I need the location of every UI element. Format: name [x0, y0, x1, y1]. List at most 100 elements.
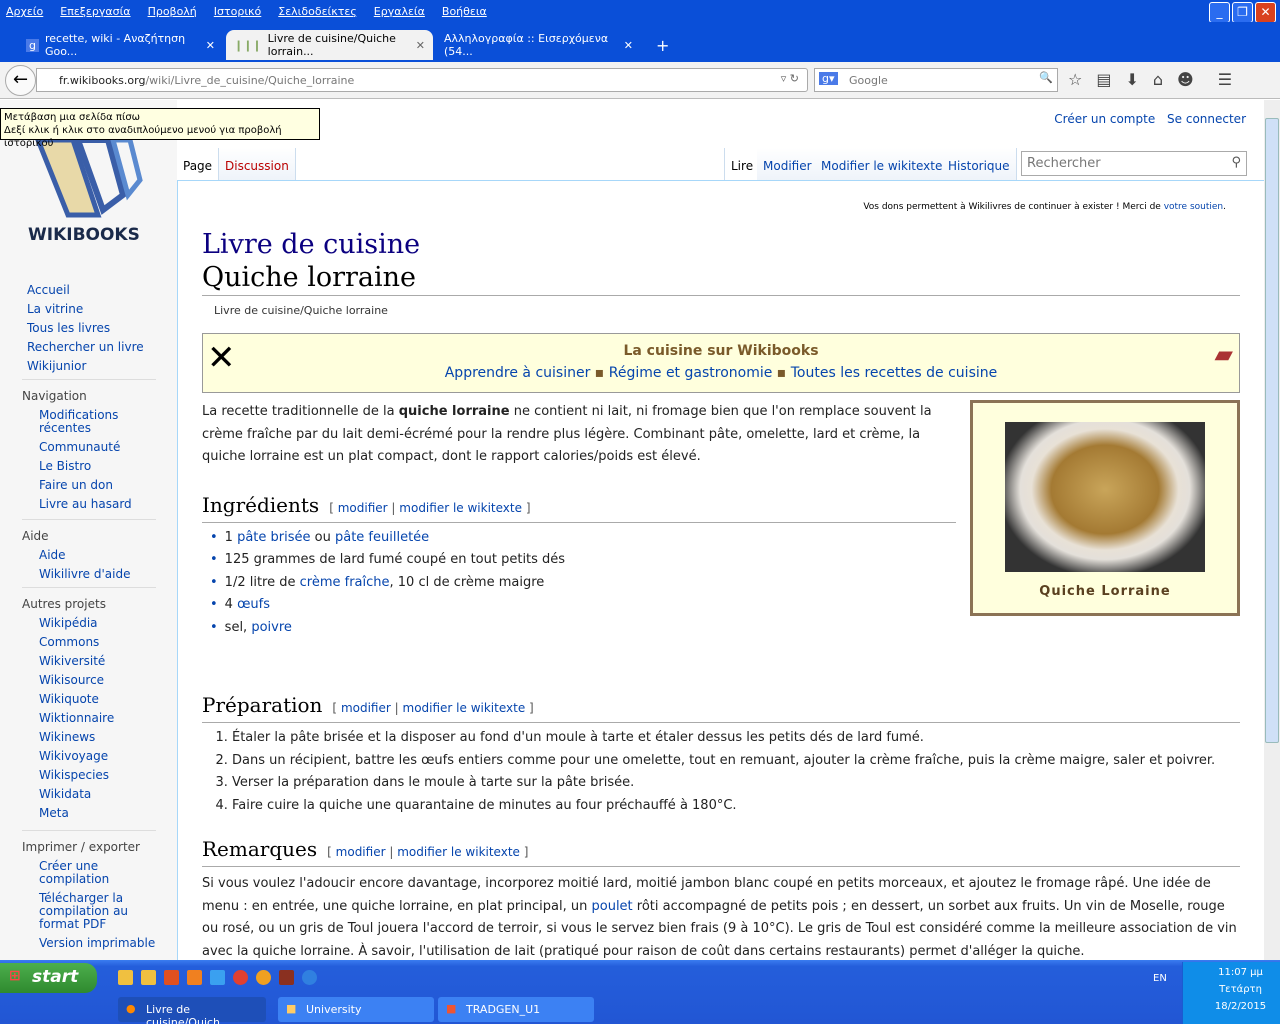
sidebar-link[interactable]: Livre au hasard	[39, 498, 156, 511]
home-icon[interactable]: ⌂	[1153, 70, 1163, 89]
create-account-link[interactable]: Créer un compte	[1054, 112, 1155, 126]
ingredient-link[interactable]: pâte feuilletée	[335, 530, 429, 545]
close-tab-icon[interactable]: ✕	[198, 39, 215, 52]
edit-section-link[interactable]: modifier	[336, 845, 386, 859]
powerpoint-icon[interactable]	[164, 970, 179, 985]
tab-mail[interactable]: Αλληλογραφία :: Εισερχόμενα (54... ✕	[436, 30, 641, 60]
sidebar-link[interactable]: Commons	[39, 636, 156, 649]
ingredient-link[interactable]: poivre	[251, 620, 292, 635]
banner-link[interactable]: Régime et gastronomie	[609, 365, 773, 381]
banner-link[interactable]: Toutes les recettes de cuisine	[791, 365, 998, 381]
quiche-photo[interactable]	[1005, 422, 1205, 572]
tab-edit[interactable]: Modifier	[757, 148, 819, 181]
sidebar-link[interactable]: Wikinews	[39, 731, 156, 744]
start-button[interactable]: ⊞ start	[0, 963, 97, 993]
maximize-button[interactable]: ❐	[1232, 2, 1253, 23]
sidebar-link[interactable]: Aide	[39, 549, 156, 562]
taskbar-window-tradgen[interactable]: ■ TRADGEN_U1	[438, 997, 594, 1022]
menu-edit[interactable]: Επεξεργασία	[60, 5, 130, 18]
edit-source-link[interactable]: modifier le wikitexte	[399, 501, 522, 515]
tab-edit-source[interactable]: Modifier le wikitexte	[815, 148, 950, 181]
sidebar-link[interactable]: Accueil	[27, 284, 144, 297]
menu-help[interactable]: Βοήθεια	[442, 5, 487, 18]
sidebar-link[interactable]: Wikiquote	[39, 693, 156, 706]
taskbar-window-university[interactable]: ■ University	[278, 997, 434, 1022]
sidebar-link[interactable]: Wikivoyage	[39, 750, 156, 763]
taskbar-window-firefox[interactable]: ● Livre de cuisine/Quich...	[118, 997, 266, 1029]
poulet-link[interactable]: poulet	[592, 899, 633, 914]
book-title[interactable]: Livre de cuisine	[202, 229, 1240, 261]
url-bar[interactable]: fr.wikibooks.org/wiki/Livre_de_cuisine/Q…	[36, 68, 808, 92]
menu-bookmarks[interactable]: Σελιδοδείκτες	[278, 5, 357, 18]
sidebar-link[interactable]: Faire un don	[39, 479, 156, 492]
clock-time[interactable]: 11:07 μμ	[1183, 967, 1280, 978]
folder-icon[interactable]	[141, 970, 156, 985]
book-icon[interactable]	[279, 970, 294, 985]
ingredient-link[interactable]: crème fraîche	[300, 575, 390, 590]
close-tab-icon[interactable]: ✕	[408, 39, 425, 52]
chat-icon[interactable]: ☻	[1177, 70, 1194, 89]
sidebar-navigation: Navigation Modifications récentes Commun…	[22, 379, 156, 517]
chrome-icon[interactable]	[233, 970, 248, 985]
tab-read[interactable]: Lire	[724, 148, 761, 181]
search-icon[interactable]: ⚲	[1231, 155, 1241, 170]
sidebar-link[interactable]: Rechercher un livre	[27, 341, 144, 354]
app-icon[interactable]	[187, 970, 202, 985]
sidebar-link[interactable]: Wikijunior	[27, 360, 144, 373]
menu-view[interactable]: Προβολή	[148, 5, 197, 18]
login-link[interactable]: Se connecter	[1167, 112, 1246, 126]
edit-section-link[interactable]: modifier	[341, 701, 391, 715]
search-bar[interactable]: g▾ Google 🔍	[814, 68, 1058, 92]
sidebar-link[interactable]: Version imprimable	[39, 937, 164, 950]
tab-wikibooks[interactable]: ❙❙❙ Livre de cuisine/Quiche lorrain... ✕	[226, 30, 433, 60]
back-button[interactable]: ←	[5, 65, 36, 96]
tab-page[interactable]: Page	[177, 148, 220, 181]
quicklaunch-icon[interactable]	[118, 970, 133, 985]
tab-history[interactable]: Historique	[942, 148, 1017, 181]
sidebar-link[interactable]: Créer une compilation	[39, 860, 139, 886]
sidebar-link[interactable]: Communauté	[39, 441, 156, 454]
sidebar-link[interactable]: Wikiversité	[39, 655, 156, 668]
wiki-search-input[interactable]: Rechercher ⚲	[1021, 151, 1247, 176]
sidebar-link[interactable]: Wiktionnaire	[39, 712, 156, 725]
sidebar-link[interactable]: Télécharger la compilation au format PDF	[39, 892, 164, 931]
bookmarks-list-icon[interactable]: ▤	[1096, 70, 1111, 89]
sidebar-link[interactable]: Modifications récentes	[39, 409, 129, 435]
tab-google[interactable]: g recette, wiki - Αναζήτηση Goo... ✕	[18, 30, 223, 60]
reload-icon[interactable]: ▿ ↻	[781, 72, 799, 85]
wikibooks-logo[interactable]: WIKIBOOKS	[28, 137, 158, 245]
menu-icon[interactable]: ☰	[1218, 70, 1232, 89]
scrollbar-thumb[interactable]	[1265, 118, 1279, 743]
search-icon[interactable]: 🔍	[1039, 71, 1053, 84]
media-icon[interactable]	[256, 970, 271, 985]
sidebar-link[interactable]: Wikispecies	[39, 769, 156, 782]
ie-icon[interactable]	[210, 970, 225, 985]
edit-section-link[interactable]: modifier	[338, 501, 388, 515]
tab-discussion[interactable]: Discussion	[219, 148, 296, 181]
menu-history[interactable]: Ιστορικό	[214, 5, 262, 18]
ingredient-link[interactable]: œufs	[237, 597, 270, 612]
edit-source-link[interactable]: modifier le wikitexte	[397, 845, 520, 859]
language-indicator[interactable]: EN	[1153, 973, 1167, 984]
sidebar-link[interactable]: Tous les livres	[27, 322, 144, 335]
sidebar-link[interactable]: Wikisource	[39, 674, 156, 687]
menu-tools[interactable]: Εργαλεία	[374, 5, 425, 18]
ingredient-link[interactable]: pâte brisée	[237, 530, 310, 545]
edit-source-link[interactable]: modifier le wikitexte	[403, 701, 526, 715]
sidebar-link[interactable]: Le Bistro	[39, 460, 156, 473]
bookmark-star-icon[interactable]: ☆	[1068, 70, 1082, 89]
close-tab-icon[interactable]: ✕	[616, 39, 633, 52]
sidebar-link[interactable]: Wikidata	[39, 788, 156, 801]
close-button[interactable]: ✕	[1255, 2, 1276, 23]
sidebar-link[interactable]: La vitrine	[27, 303, 144, 316]
menu-file[interactable]: Αρχείο	[6, 5, 43, 18]
download-icon[interactable]: ⬇	[1125, 70, 1138, 89]
search-icon[interactable]	[302, 970, 317, 985]
donation-link[interactable]: votre soutien	[1164, 202, 1223, 212]
new-tab-button[interactable]: +	[648, 30, 678, 60]
sidebar-link[interactable]: Meta	[39, 807, 156, 820]
minimize-button[interactable]: _	[1209, 2, 1230, 23]
sidebar-link[interactable]: Wikipédia	[39, 617, 156, 630]
sidebar-link[interactable]: Wikilivre d'aide	[39, 568, 156, 581]
banner-link[interactable]: Apprendre à cuisiner	[445, 365, 591, 381]
